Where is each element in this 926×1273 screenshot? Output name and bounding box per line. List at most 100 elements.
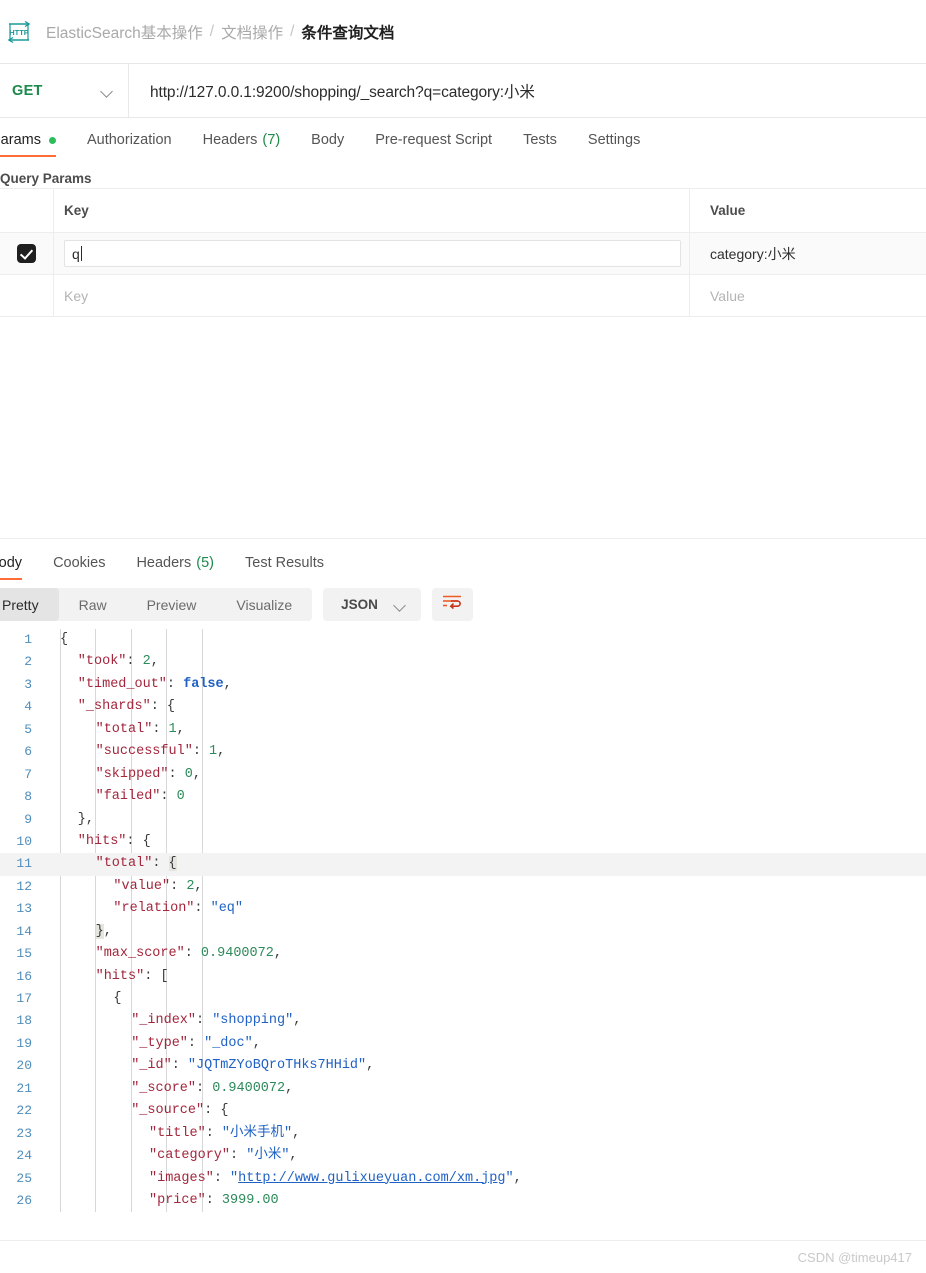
param-key-input-empty[interactable]: Key [54,275,690,316]
row-checkbox-cell[interactable] [0,233,54,274]
tab-body[interactable]: Body [311,132,344,157]
code-line: 7 "skipped": 0, [0,764,926,786]
view-mode-segmented-control: Pretty Raw Preview Visualize [0,588,313,621]
tab-authorization-label: Authorization [86,132,172,148]
tab-settings-label: Settings [587,132,641,148]
header-cell-value: Value [710,203,746,218]
code-token: "images" [149,1170,214,1186]
row-checkbox-cell[interactable] [0,275,54,316]
tab-params[interactable]: Params [0,132,56,157]
code-line-number: 13 [16,901,32,917]
code-token: , [223,676,232,692]
code-line-text: "title": "小米手机", [127,1123,300,1145]
code-line-text: "_id": "JQTmZYoBQroTHks7HHid", [109,1055,374,1077]
code-token: "小米手机" [221,1125,293,1141]
table-row: Key Value [0,275,926,316]
view-mode-raw[interactable]: Raw [59,588,127,621]
code-line-number: 12 [16,878,32,894]
code-token: "took" [77,654,127,670]
param-value-input-empty[interactable]: Value [690,275,926,316]
code-token: "小米" [246,1148,290,1164]
code-line-text: "images": "http://www.gulixueyuan.com/xm… [127,1168,522,1190]
response-tab-cookies[interactable]: Cookies [53,555,105,580]
code-token: : [204,1103,221,1119]
response-format-select[interactable]: JSON [323,588,421,621]
response-tab-headers[interactable]: Headers (5) [136,555,214,580]
code-token: : [126,654,143,670]
row-key-cell[interactable]: q [54,233,690,274]
code-line-text: "hits": { [56,831,151,853]
view-mode-preview[interactable]: Preview [127,588,217,621]
code-token: : [194,901,211,917]
word-wrap-button[interactable] [431,588,473,621]
code-token: "value" [113,878,171,894]
code-token: "total" [95,856,153,872]
code-token: , [273,946,282,962]
code-token: "_score" [131,1080,196,1096]
code-line: 20 "_id": "JQTmZYoBQroTHks7HHid", [0,1055,926,1077]
code-token: 0.9400072 [200,946,274,962]
breadcrumb-bar: HTTP ElasticSearch基本操作 / 文档操作 / 条件查询文档 [0,0,926,64]
code-line-text: "_index": "shopping", [109,1010,301,1032]
breadcrumb-item-collection[interactable]: ElasticSearch基本操作 [46,21,203,43]
text-caret [80,246,82,261]
response-format-value: JSON [341,597,378,612]
code-line-number: 24 [16,1148,32,1164]
code-line: 12 "value": 2, [0,876,926,898]
code-line-text: "value": 2, [91,876,202,898]
http-method-selector[interactable]: GET [0,64,129,117]
code-token: } [77,811,86,827]
header-cell-key: Key [54,189,690,232]
code-token: "eq" [210,901,244,917]
code-token: { [166,699,176,715]
code-line-number: 23 [16,1125,32,1141]
code-token: " [230,1170,239,1186]
param-enabled-checkbox[interactable] [17,244,36,263]
code-token: { [113,991,122,1006]
code-token: "_doc" [204,1035,253,1051]
tab-authorization[interactable]: Authorization [87,132,172,157]
tab-headers[interactable]: Headers (7) [203,132,281,157]
request-tabs: Params Authorization Headers (7) Body Pr… [0,118,926,157]
param-key-input[interactable]: q [64,240,681,267]
code-token: "_source" [131,1103,205,1119]
code-token: : [184,946,201,962]
tab-pre-request-script[interactable]: Pre-request Script [375,132,492,157]
breadcrumb-item-request[interactable]: 条件查询文档 [301,21,394,43]
url-input[interactable]: http://127.0.0.1:9200/shopping/_search?q… [129,64,926,117]
response-tab-body[interactable]: Body [0,555,23,580]
breadcrumb-item-folder[interactable]: 文档操作 [221,21,283,43]
code-token: { [220,1103,229,1119]
code-line-number: 7 [24,766,32,782]
tab-pre-request-script-label: Pre-request Script [375,132,493,148]
code-token: , [289,1148,298,1164]
code-line-number: 25 [16,1170,32,1186]
code-token: : [160,789,177,805]
code-token: : [230,1148,247,1164]
footer-bar: CSDN @timeup417 [0,1240,926,1273]
response-body-code-viewer[interactable]: 1{2 "took": 2, 3 "timed_out": false, 4 "_shar… [0,629,926,1213]
code-line-number: 2 [24,654,32,670]
code-token: false [183,676,224,692]
code-line-number: 4 [24,699,32,715]
code-token: , [192,766,201,782]
code-line-text: "took": 2, [56,651,159,673]
view-mode-pretty[interactable]: Pretty [0,588,59,621]
code-line-number: 16 [16,968,32,984]
tab-settings[interactable]: Settings [588,132,640,157]
code-line-text: "timed_out": false, [56,674,232,696]
code-token: : [205,1192,222,1208]
code-token: : [170,878,187,894]
tab-tests[interactable]: Tests [523,132,557,157]
response-tab-headers-count: (5) [196,555,214,571]
response-tab-test-results-label: Test Results [245,555,324,571]
response-tab-test-results[interactable]: Test Results [245,555,324,580]
view-mode-visualize[interactable]: Visualize [216,588,312,621]
row-value-cell[interactable]: category:小米 [690,233,926,274]
breadcrumb: ElasticSearch基本操作 / 文档操作 / 条件查询文档 [46,21,394,43]
code-line: 9}, [0,809,926,831]
code-token[interactable]: http://www.gulixueyuan.com/xm.jpg [238,1171,505,1186]
code-token: 1 [168,721,177,737]
code-token: 0 [176,789,185,805]
code-line-number: 19 [16,1035,32,1051]
